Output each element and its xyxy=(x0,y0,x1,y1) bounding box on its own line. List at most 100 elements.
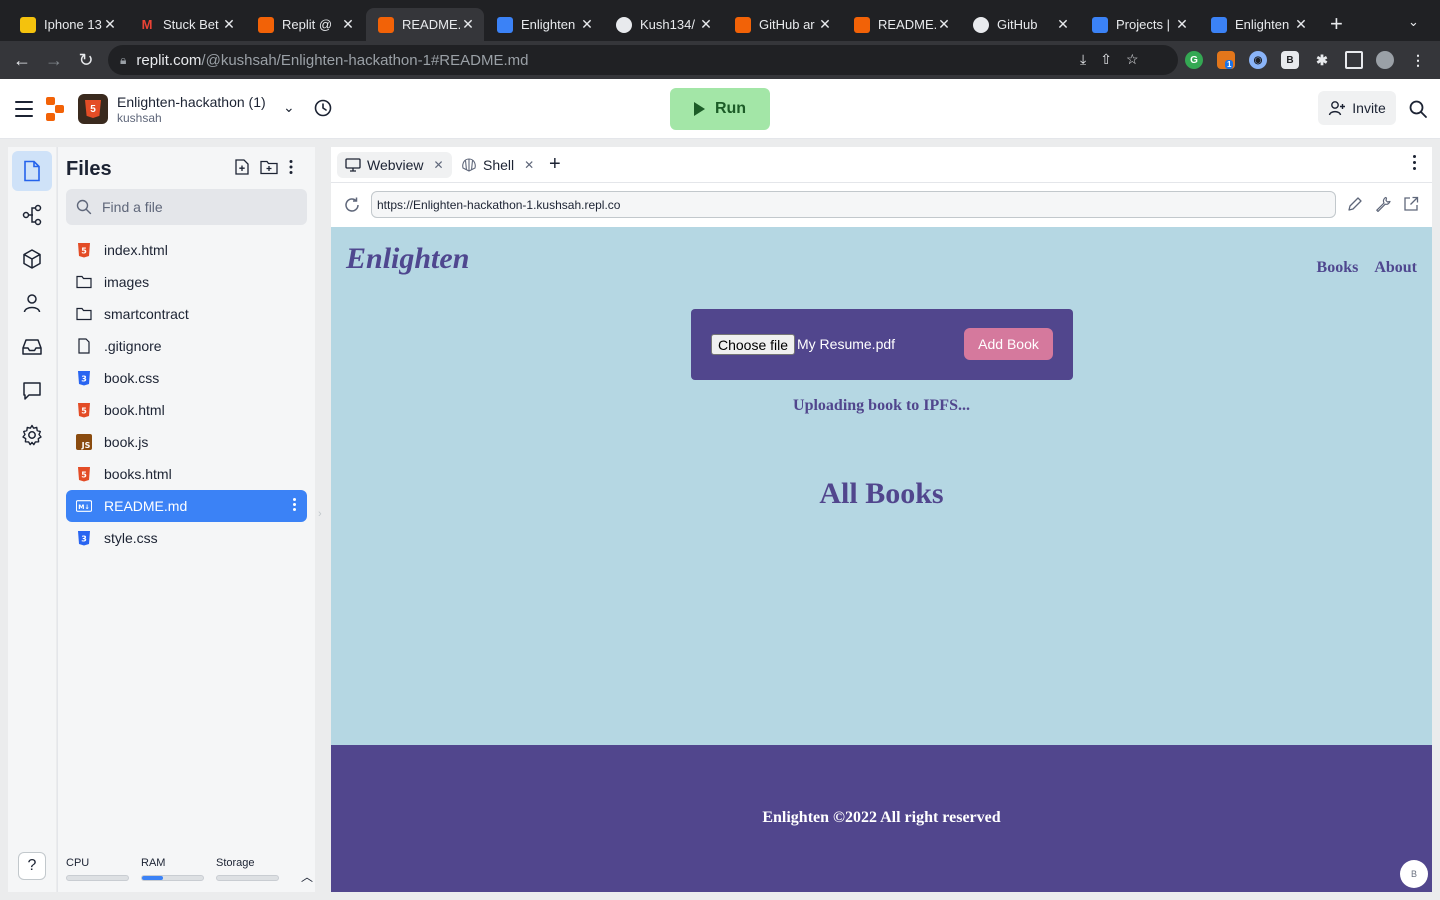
chat-tool-button[interactable] xyxy=(12,371,52,411)
file-search-input[interactable] xyxy=(102,199,292,215)
b-extension-icon[interactable]: B xyxy=(1281,51,1299,69)
edit-pencil-icon[interactable] xyxy=(1347,196,1363,212)
inbox-tool-button[interactable] xyxy=(12,327,52,367)
browser-tab[interactable]: Enlighten ✕ xyxy=(485,8,603,41)
help-icon[interactable]: ? xyxy=(18,852,46,880)
close-tab-icon[interactable]: ✕ xyxy=(1293,16,1309,33)
history-icon[interactable] xyxy=(313,98,333,118)
file-item[interactable]: 5 book.html xyxy=(66,394,307,426)
browser-tab-title: Enlighten xyxy=(521,17,576,32)
close-tab-icon[interactable]: ✕ xyxy=(817,16,833,33)
extension-icon[interactable]: ◉ xyxy=(1249,51,1267,69)
close-tab-icon[interactable]: ✕ xyxy=(460,16,476,33)
open-new-window-icon[interactable] xyxy=(1403,196,1419,212)
run-button[interactable]: Run xyxy=(670,88,770,130)
browser-tab[interactable]: GitHub ✕ xyxy=(961,8,1079,41)
file-item[interactable]: M↓ README.md xyxy=(66,490,307,522)
folder-item[interactable]: smartcontract xyxy=(66,298,307,330)
chrome-menu-icon[interactable]: ⋮ xyxy=(1409,51,1427,69)
tab-webview[interactable]: Webview ✕ xyxy=(337,152,452,178)
folder-item[interactable]: images xyxy=(66,266,307,298)
webview-url-input[interactable]: https://Enlighten-hackathon-1.kushsah.re… xyxy=(371,191,1336,218)
panel-resize-handle[interactable]: › xyxy=(318,508,326,530)
file-item[interactable]: 3 style.css xyxy=(66,522,307,554)
close-tab-icon[interactable]: ✕ xyxy=(698,16,714,33)
file-item[interactable]: 5 books.html xyxy=(66,458,307,490)
address-bar[interactable]: 🔒︎ replit.com/@kushsah/Enlighten-hackath… xyxy=(108,45,1178,75)
tab-shell[interactable]: Shell ✕ xyxy=(453,152,542,178)
file-options-kebab-icon[interactable] xyxy=(293,498,297,513)
packages-tool-button[interactable] xyxy=(12,239,52,279)
file-icon xyxy=(24,160,40,182)
replit-header: 5 Enlighten-hackathon (1) kushsah ⌄ Run … xyxy=(0,79,1440,139)
account-tool-button[interactable] xyxy=(12,283,52,323)
browser-tab-title: Iphone 13 xyxy=(44,17,102,32)
chevron-up-icon[interactable]: ︿ xyxy=(301,868,313,885)
close-tab-icon[interactable]: ✕ xyxy=(102,16,118,33)
profile-avatar[interactable] xyxy=(1376,51,1394,69)
choose-file-button[interactable]: Choose file xyxy=(711,334,796,355)
share-icon[interactable]: ⇧ xyxy=(1100,51,1112,68)
add-book-button[interactable]: Add Book xyxy=(964,328,1053,360)
new-folder-icon[interactable] xyxy=(260,159,278,175)
project-chevron-down-icon[interactable]: ⌄ xyxy=(283,99,295,116)
files-menu-kebab-icon[interactable] xyxy=(288,159,294,175)
close-tab-icon[interactable]: ✕ xyxy=(936,16,952,33)
close-tab-icon[interactable]: ✕ xyxy=(1174,16,1190,33)
file-item[interactable]: 5 index.html xyxy=(66,234,307,266)
project-html-icon: 5 xyxy=(78,94,108,124)
project-name[interactable]: Enlighten-hackathon (1) xyxy=(117,94,266,110)
search-icon[interactable] xyxy=(1408,99,1428,119)
project-owner[interactable]: kushsah xyxy=(117,111,162,125)
replit-logo-icon[interactable] xyxy=(46,97,68,121)
files-tool-button[interactable] xyxy=(12,151,52,191)
close-tab-icon[interactable]: ✕ xyxy=(579,16,595,33)
webview-reload-icon[interactable] xyxy=(343,196,361,214)
metamask-extension-icon[interactable]: 1 xyxy=(1217,51,1235,69)
browser-tab[interactable]: Projects | ✕ xyxy=(1080,8,1198,41)
resources-bar[interactable]: CPU RAM Storage ︿ xyxy=(66,852,313,888)
version-control-icon xyxy=(22,204,42,226)
add-tab-plus-icon[interactable]: + xyxy=(549,153,561,176)
hamburger-menu-icon[interactable] xyxy=(15,101,33,122)
file-item[interactable]: 3 book.css xyxy=(66,362,307,394)
reload-icon[interactable]: ↻ xyxy=(75,49,97,71)
file-item[interactable]: JS book.js xyxy=(66,426,307,458)
close-tab-icon[interactable]: ✕ xyxy=(340,16,356,33)
browser-tab[interactable]: Enlighten ✕ xyxy=(1199,8,1317,41)
forward-icon[interactable]: → xyxy=(43,49,65,71)
site-brand[interactable]: Enlighten xyxy=(346,242,469,276)
close-webview-tab-icon[interactable]: ✕ xyxy=(434,158,444,172)
pane-menu-kebab-icon[interactable] xyxy=(1413,155,1417,173)
close-tab-icon[interactable]: ✕ xyxy=(221,16,237,33)
new-tab-button[interactable]: + xyxy=(1330,12,1343,36)
file-item[interactable]: .gitignore xyxy=(66,330,307,362)
nav-books-link[interactable]: Books xyxy=(1317,259,1359,277)
install-icon[interactable]: ⤓ xyxy=(1080,51,1086,68)
browser-tab[interactable]: README. ✕ xyxy=(366,8,484,41)
puzzle-extensions-icon[interactable]: ✱ xyxy=(1313,51,1331,69)
search-icon xyxy=(76,199,92,215)
browser-tab[interactable]: Iphone 13 ✕ xyxy=(8,8,126,41)
floating-badge[interactable]: B xyxy=(1400,860,1428,888)
browser-tab[interactable]: M Stuck Bet ✕ xyxy=(127,8,245,41)
devtools-wrench-icon[interactable] xyxy=(1375,196,1391,212)
html-file-icon: 5 xyxy=(76,466,92,482)
sidebar-toggle-icon[interactable] xyxy=(1345,51,1363,69)
browser-tab[interactable]: Replit @ ✕ xyxy=(246,8,364,41)
close-shell-tab-icon[interactable]: ✕ xyxy=(524,158,534,172)
nav-about-link[interactable]: About xyxy=(1374,259,1417,277)
close-tab-icon[interactable]: ✕ xyxy=(1055,16,1071,33)
browser-tab[interactable]: Kush134/✕ xyxy=(604,8,722,41)
invite-button[interactable]: Invite xyxy=(1318,91,1396,125)
tab-search-chevron-icon[interactable]: ⌄ xyxy=(1408,14,1419,30)
tool-rail: ? xyxy=(8,147,56,892)
bookmark-star-icon[interactable]: ☆ xyxy=(1126,51,1139,68)
grammarly-extension-icon[interactable]: G xyxy=(1185,51,1203,69)
new-file-icon[interactable] xyxy=(234,159,250,175)
back-icon[interactable]: ← xyxy=(11,49,33,71)
browser-tab[interactable]: README. ✕ xyxy=(842,8,960,41)
settings-tool-button[interactable] xyxy=(12,415,52,455)
git-tool-button[interactable] xyxy=(12,195,52,235)
browser-tab[interactable]: GitHub ar ✕ xyxy=(723,8,841,41)
